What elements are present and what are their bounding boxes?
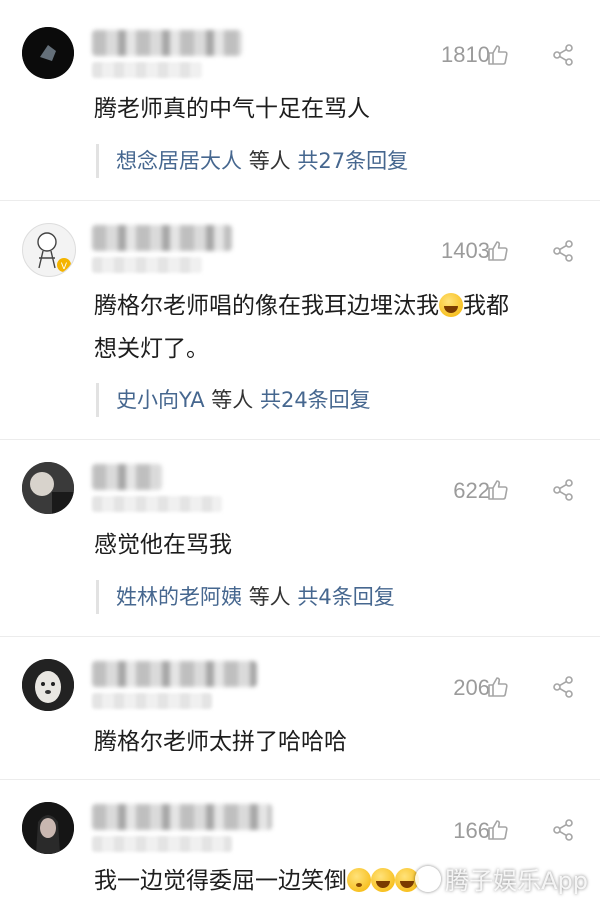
watermark-text: 腾子娱乐App bbox=[445, 867, 588, 895]
share-icon[interactable] bbox=[551, 239, 575, 263]
comment-item: 166 我一边觉得委屈一边笑倒 bbox=[0, 780, 600, 918]
comment-text-line1: 腾格尔老师唱的像在我耳边埋汰我 bbox=[94, 293, 439, 319]
timestamp-blurred bbox=[92, 62, 202, 78]
timestamp-blurred bbox=[92, 836, 232, 852]
thumbs-up-icon[interactable] bbox=[486, 478, 510, 502]
share-icon[interactable] bbox=[551, 43, 575, 67]
like-count: 1403 bbox=[441, 238, 490, 263]
comment-text-line: 我一边觉得委屈一边笑倒 bbox=[94, 868, 347, 894]
comment-item: V 1403 腾格尔老师唱的像在我耳边埋汰我 我都 想关灯了。 史小向YA 等人 … bbox=[0, 201, 600, 440]
thumbs-up-icon[interactable] bbox=[486, 43, 510, 67]
watermark: 腾子娱乐App bbox=[415, 861, 588, 896]
avatar[interactable] bbox=[22, 462, 74, 514]
reply-users[interactable]: 想念居居大人 bbox=[116, 149, 242, 173]
comment-item: 1810 腾老师真的中气十足在骂人 想念居居大人 等人 共27条回复 bbox=[0, 0, 600, 201]
share-icon[interactable] bbox=[551, 818, 575, 842]
share-icon[interactable] bbox=[551, 675, 575, 699]
username-blurred[interactable] bbox=[92, 661, 257, 687]
share-icon[interactable] bbox=[551, 478, 575, 502]
reply-summary[interactable]: 想念居居大人 等人 共27条回复 bbox=[96, 144, 578, 178]
comment-text-line1-end: 我都 bbox=[463, 293, 509, 319]
comment-item: 206 腾格尔老师太拼了哈哈哈 bbox=[0, 637, 600, 780]
thumbs-up-icon[interactable] bbox=[486, 675, 510, 699]
avatar[interactable] bbox=[22, 802, 74, 854]
crying-laughing-emoji bbox=[371, 868, 395, 892]
like-count: 206 bbox=[453, 675, 490, 700]
reply-count[interactable]: 共27条回复 bbox=[297, 149, 408, 173]
comment-feed: 1810 腾老师真的中气十足在骂人 想念居居大人 等人 共27条回复 V 140… bbox=[0, 0, 600, 914]
reply-users[interactable]: 史小向YA bbox=[116, 388, 205, 412]
avatar[interactable] bbox=[22, 659, 74, 711]
like-count: 622 bbox=[453, 478, 490, 503]
timestamp-blurred bbox=[92, 496, 222, 512]
reply-count[interactable]: 共24条回复 bbox=[260, 388, 371, 412]
watermark-logo-icon bbox=[415, 865, 442, 892]
thumbs-up-icon[interactable] bbox=[486, 818, 510, 842]
username-blurred[interactable] bbox=[92, 804, 272, 830]
comment-text: 感觉他在骂我 bbox=[94, 532, 232, 558]
reply-summary[interactable]: 姓林的老阿姨 等人 共4条回复 bbox=[96, 580, 578, 614]
comment-text: 腾格尔老师唱的像在我耳边埋汰我 我都 想关灯了。 bbox=[94, 285, 578, 371]
svg-text:V: V bbox=[61, 262, 68, 272]
avatar[interactable] bbox=[22, 27, 74, 79]
thumbs-up-icon[interactable] bbox=[486, 239, 510, 263]
comment-text: 腾格尔老师太拼了哈哈哈 bbox=[94, 729, 347, 755]
reply-mid: 等人 bbox=[211, 388, 254, 412]
reply-users[interactable]: 姓林的老阿姨 bbox=[116, 585, 242, 609]
like-count: 166 bbox=[453, 818, 490, 843]
comment-text-line2: 想关灯了。 bbox=[94, 336, 209, 362]
crying-laughing-emoji bbox=[439, 293, 463, 317]
reply-count[interactable]: 共4条回复 bbox=[297, 585, 394, 609]
username-blurred[interactable] bbox=[92, 464, 162, 490]
username-blurred[interactable] bbox=[92, 30, 242, 56]
reply-summary[interactable]: 史小向YA 等人 共24条回复 bbox=[96, 383, 578, 417]
comment-item: 622 感觉他在骂我 姓林的老阿姨 等人 共4条回复 bbox=[0, 440, 600, 637]
reply-mid: 等人 bbox=[248, 585, 291, 609]
timestamp-blurred bbox=[92, 257, 202, 273]
pouting-emoji bbox=[347, 868, 371, 892]
avatar[interactable]: V bbox=[22, 223, 76, 277]
reply-mid: 等人 bbox=[248, 149, 291, 173]
like-count: 1810 bbox=[441, 42, 490, 67]
username-blurred[interactable] bbox=[92, 225, 232, 251]
comment-text: 腾老师真的中气十足在骂人 bbox=[94, 96, 370, 122]
timestamp-blurred bbox=[92, 693, 212, 709]
